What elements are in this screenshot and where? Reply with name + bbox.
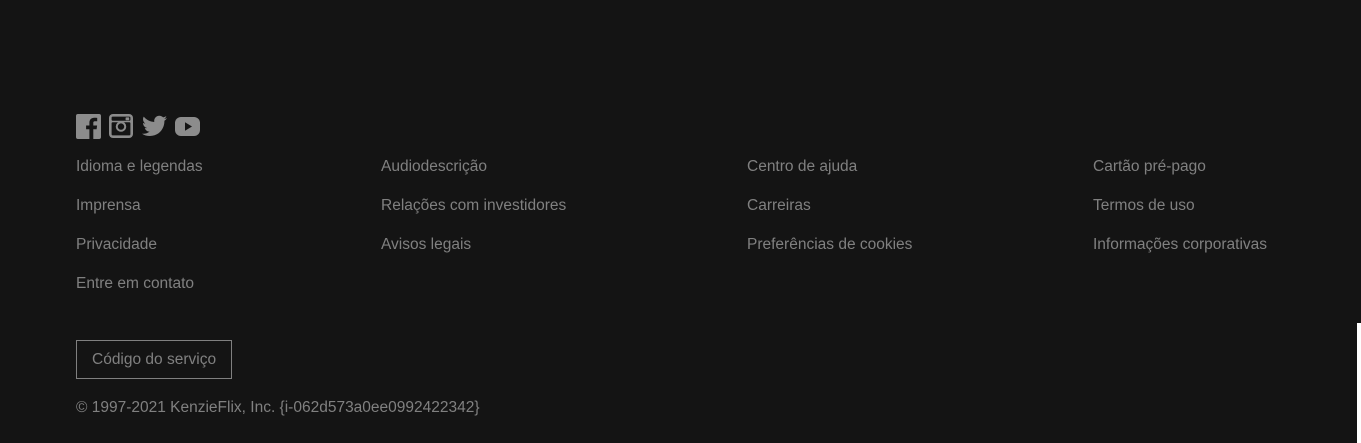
footer-link-item: Informações corporativas	[1093, 233, 1267, 272]
footer-link-item: Imprensa	[76, 194, 203, 233]
link-audio-description[interactable]: Audiodescrição	[381, 158, 487, 175]
footer-column-1: Idioma e legendas Imprensa Privacidade E…	[76, 155, 203, 311]
link-careers[interactable]: Carreiras	[747, 197, 811, 214]
footer-column-2: Audiodescrição Relações com investidores…	[381, 155, 566, 272]
footer-link-item: Avisos legais	[381, 233, 566, 272]
copyright-text: © 1997-2021 KenzieFlix, Inc. {i-062d573a…	[76, 399, 480, 416]
facebook-icon[interactable]	[76, 113, 101, 139]
footer-link-item: Audiodescrição	[381, 155, 566, 194]
link-privacy[interactable]: Privacidade	[76, 236, 157, 253]
service-code-button[interactable]: Código do serviço	[76, 340, 233, 379]
footer-column-4: Cartão pré-pago Termos de uso Informaçõe…	[1093, 155, 1267, 272]
link-investor-relations[interactable]: Relações com investidores	[381, 197, 566, 214]
footer-link-item: Relações com investidores	[381, 194, 566, 233]
link-language-subtitles[interactable]: Idioma e legendas	[76, 158, 203, 175]
footer-link-item: Preferências de cookies	[747, 233, 912, 272]
twitter-icon[interactable]	[142, 115, 167, 137]
footer-link-item: Privacidade	[76, 233, 203, 272]
link-help-center[interactable]: Centro de ajuda	[747, 158, 857, 175]
footer-link-item: Termos de uso	[1093, 194, 1267, 233]
link-corporate-info[interactable]: Informações corporativas	[1093, 236, 1267, 253]
footer-link-item: Cartão pré-pago	[1093, 155, 1267, 194]
link-cookie-preferences[interactable]: Preferências de cookies	[747, 236, 912, 253]
social-links	[76, 113, 200, 139]
footer-link-item: Centro de ajuda	[747, 155, 912, 194]
footer-column-3: Centro de ajuda Carreiras Preferências d…	[747, 155, 912, 272]
link-press[interactable]: Imprensa	[76, 197, 141, 214]
footer-link-item: Entre em contato	[76, 272, 203, 311]
link-legal-notices[interactable]: Avisos legais	[381, 236, 471, 253]
youtube-icon[interactable]	[175, 116, 200, 136]
footer-link-item: Idioma e legendas	[76, 155, 203, 194]
link-terms-of-use[interactable]: Termos de uso	[1093, 197, 1195, 214]
instagram-icon[interactable]	[109, 114, 133, 138]
site-footer: Idioma e legendas Imprensa Privacidade E…	[0, 0, 1361, 443]
link-contact[interactable]: Entre em contato	[76, 275, 194, 292]
link-gift-cards[interactable]: Cartão pré-pago	[1093, 158, 1206, 175]
footer-link-item: Carreiras	[747, 194, 912, 233]
page-edge-mark	[1357, 323, 1361, 443]
